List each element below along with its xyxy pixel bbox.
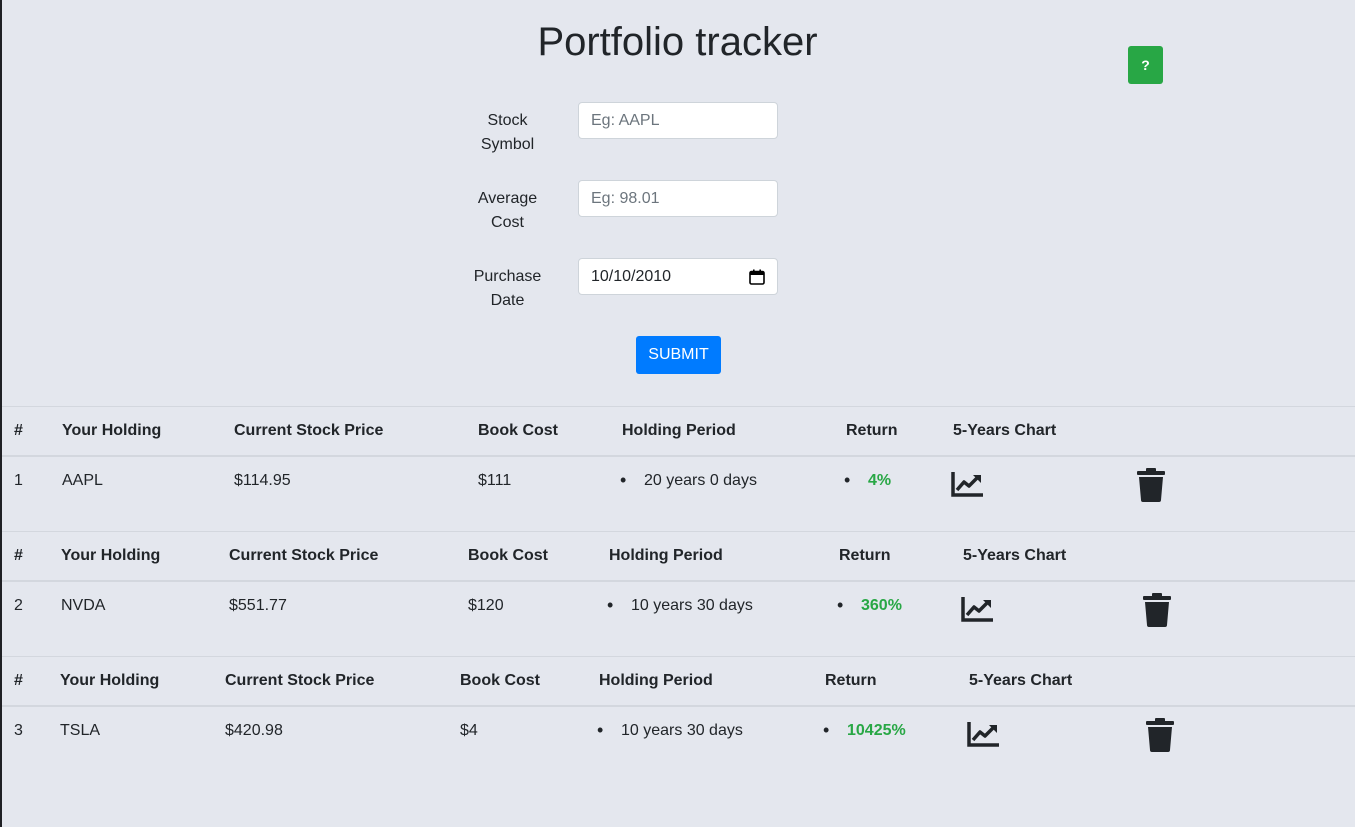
row-book-cost: $120 [468, 597, 504, 614]
table-top-border [2, 531, 1355, 532]
header-holding: Your Holding [62, 422, 162, 439]
row-index: 3 [14, 722, 23, 739]
header-period: Holding Period [599, 672, 713, 689]
header-index: # [14, 547, 23, 564]
row-book-cost: $111 [478, 472, 512, 489]
header-price: Current Stock Price [225, 672, 375, 689]
header-divider [2, 580, 1355, 582]
date-form-row: Purchase Date 10/10/2010 [460, 258, 790, 318]
row-index: 1 [14, 472, 23, 489]
cost-label-line2: Cost [491, 214, 524, 231]
row-period: 10 years 30 days [621, 722, 743, 739]
period-bullet: • [607, 595, 614, 615]
row-period: 10 years 30 days [631, 597, 753, 614]
row-holding: NVDA [61, 597, 106, 614]
trash-icon[interactable] [1137, 468, 1165, 507]
row-return: 360% [861, 597, 902, 614]
header-chart: 5-Years Chart [953, 422, 1057, 439]
header-book-cost: Book Cost [478, 422, 558, 439]
symbol-label-line2: Symbol [480, 136, 535, 153]
date-value: 10/10/2010 [591, 267, 672, 285]
date-label-line2: Date [490, 292, 525, 309]
date-label: Purchase Date [460, 265, 555, 313]
return-bullet: • [837, 595, 844, 615]
header-return: Return [825, 672, 877, 689]
row-holding: AAPL [62, 472, 103, 489]
holding-table-3: # Your Holding Current Stock Price Book … [2, 656, 1355, 781]
table-top-border [2, 406, 1355, 407]
header-index: # [14, 672, 23, 689]
calendar-icon[interactable] [749, 269, 765, 285]
row-price: $551.77 [229, 597, 287, 614]
table-top-border [2, 656, 1355, 657]
date-label-line1: Purchase [473, 268, 542, 285]
row-holding: TSLA [60, 722, 101, 739]
header-index: # [14, 422, 23, 439]
trash-icon[interactable] [1143, 593, 1171, 632]
symbol-form-row: Stock Symbol [460, 102, 790, 162]
row-price: $420.98 [225, 722, 283, 739]
row-return: 10425% [847, 722, 906, 739]
submit-button[interactable]: SUBMIT [636, 336, 721, 374]
chart-line-icon[interactable] [967, 720, 1001, 753]
cost-input[interactable] [578, 180, 778, 217]
trash-icon[interactable] [1146, 718, 1174, 757]
symbol-label: Stock Symbol [460, 109, 555, 157]
symbol-label-line1: Stock [487, 112, 528, 129]
header-period: Holding Period [622, 422, 736, 439]
header-book-cost: Book Cost [468, 547, 548, 564]
header-price: Current Stock Price [229, 547, 379, 564]
date-input[interactable]: 10/10/2010 [578, 258, 778, 295]
period-bullet: • [620, 470, 627, 490]
header-book-cost: Book Cost [460, 672, 540, 689]
return-bullet: • [844, 470, 851, 490]
help-button[interactable]: ? [1128, 46, 1163, 84]
header-divider [2, 455, 1355, 457]
header-return: Return [839, 547, 891, 564]
header-chart: 5-Years Chart [963, 547, 1067, 564]
row-price: $114.95 [234, 472, 291, 489]
row-period: 20 years 0 days [644, 472, 757, 489]
row-index: 2 [14, 597, 23, 614]
header-price: Current Stock Price [234, 422, 384, 439]
cost-label-line1: Average [477, 190, 538, 207]
row-return: 4% [868, 472, 892, 489]
cost-form-row: Average Cost [460, 180, 790, 240]
header-divider [2, 705, 1355, 707]
header-return: Return [846, 422, 898, 439]
header-holding: Your Holding [60, 672, 160, 689]
symbol-input[interactable] [578, 102, 778, 139]
header-period: Holding Period [609, 547, 723, 564]
holding-table-1: # Your Holding Current Stock Price Book … [2, 406, 1355, 531]
header-chart: 5-Years Chart [969, 672, 1073, 689]
header-holding: Your Holding [61, 547, 161, 564]
chart-line-icon[interactable] [961, 595, 995, 628]
return-bullet: • [823, 720, 830, 740]
period-bullet: • [597, 720, 604, 740]
row-book-cost: $4 [460, 722, 478, 739]
chart-line-icon[interactable] [951, 470, 985, 503]
cost-label: Average Cost [460, 187, 555, 235]
holding-table-2: # Your Holding Current Stock Price Book … [2, 531, 1355, 656]
